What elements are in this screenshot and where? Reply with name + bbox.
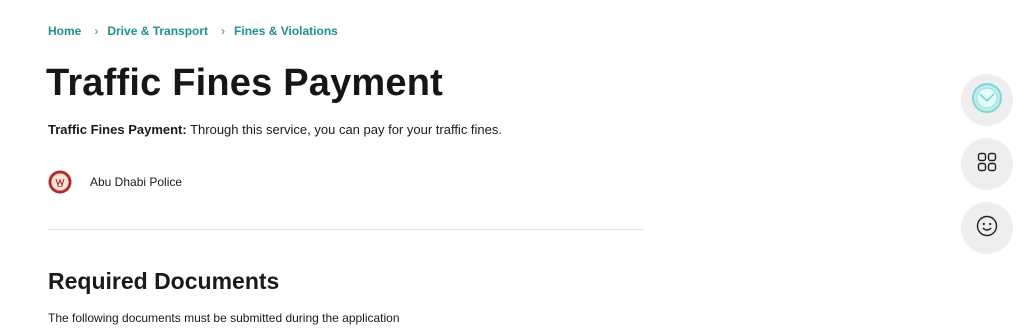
apps-grid-icon [977,152,997,177]
breadcrumb: Home › Drive & Transport › Fines & Viola… [48,24,338,38]
breadcrumb-separator: › [221,24,226,38]
breadcrumb-drive-transport[interactable]: Drive & Transport [107,24,208,38]
provider-name: Abu Dhabi Police [90,175,183,189]
feedback-button[interactable] [961,202,1013,254]
required-documents-subtitle: The following documents must be submitte… [48,311,400,325]
section-divider [48,229,644,230]
service-description-text: Through this service, you can pay for yo… [186,122,503,137]
breadcrumb-separator: › [94,24,99,38]
smiley-feedback-icon [976,215,998,242]
breadcrumb-fines-violations[interactable]: Fines & Violations [234,24,338,38]
assistant-button[interactable] [961,74,1013,126]
apps-button[interactable] [961,138,1013,190]
service-description: Traffic Fines Payment: Through this serv… [48,122,502,137]
service-page: Home › Drive & Transport › Fines & Viola… [0,0,1024,334]
abu-dhabi-police-emblem-icon [48,170,72,194]
assistant-chat-icon [971,82,1003,119]
page-title: Traffic Fines Payment [46,62,444,104]
breadcrumb-home[interactable]: Home [48,24,81,38]
required-documents-title: Required Documents [48,268,280,294]
service-provider[interactable]: Abu Dhabi Police [48,170,182,194]
service-description-label: Traffic Fines Payment: [48,122,187,137]
